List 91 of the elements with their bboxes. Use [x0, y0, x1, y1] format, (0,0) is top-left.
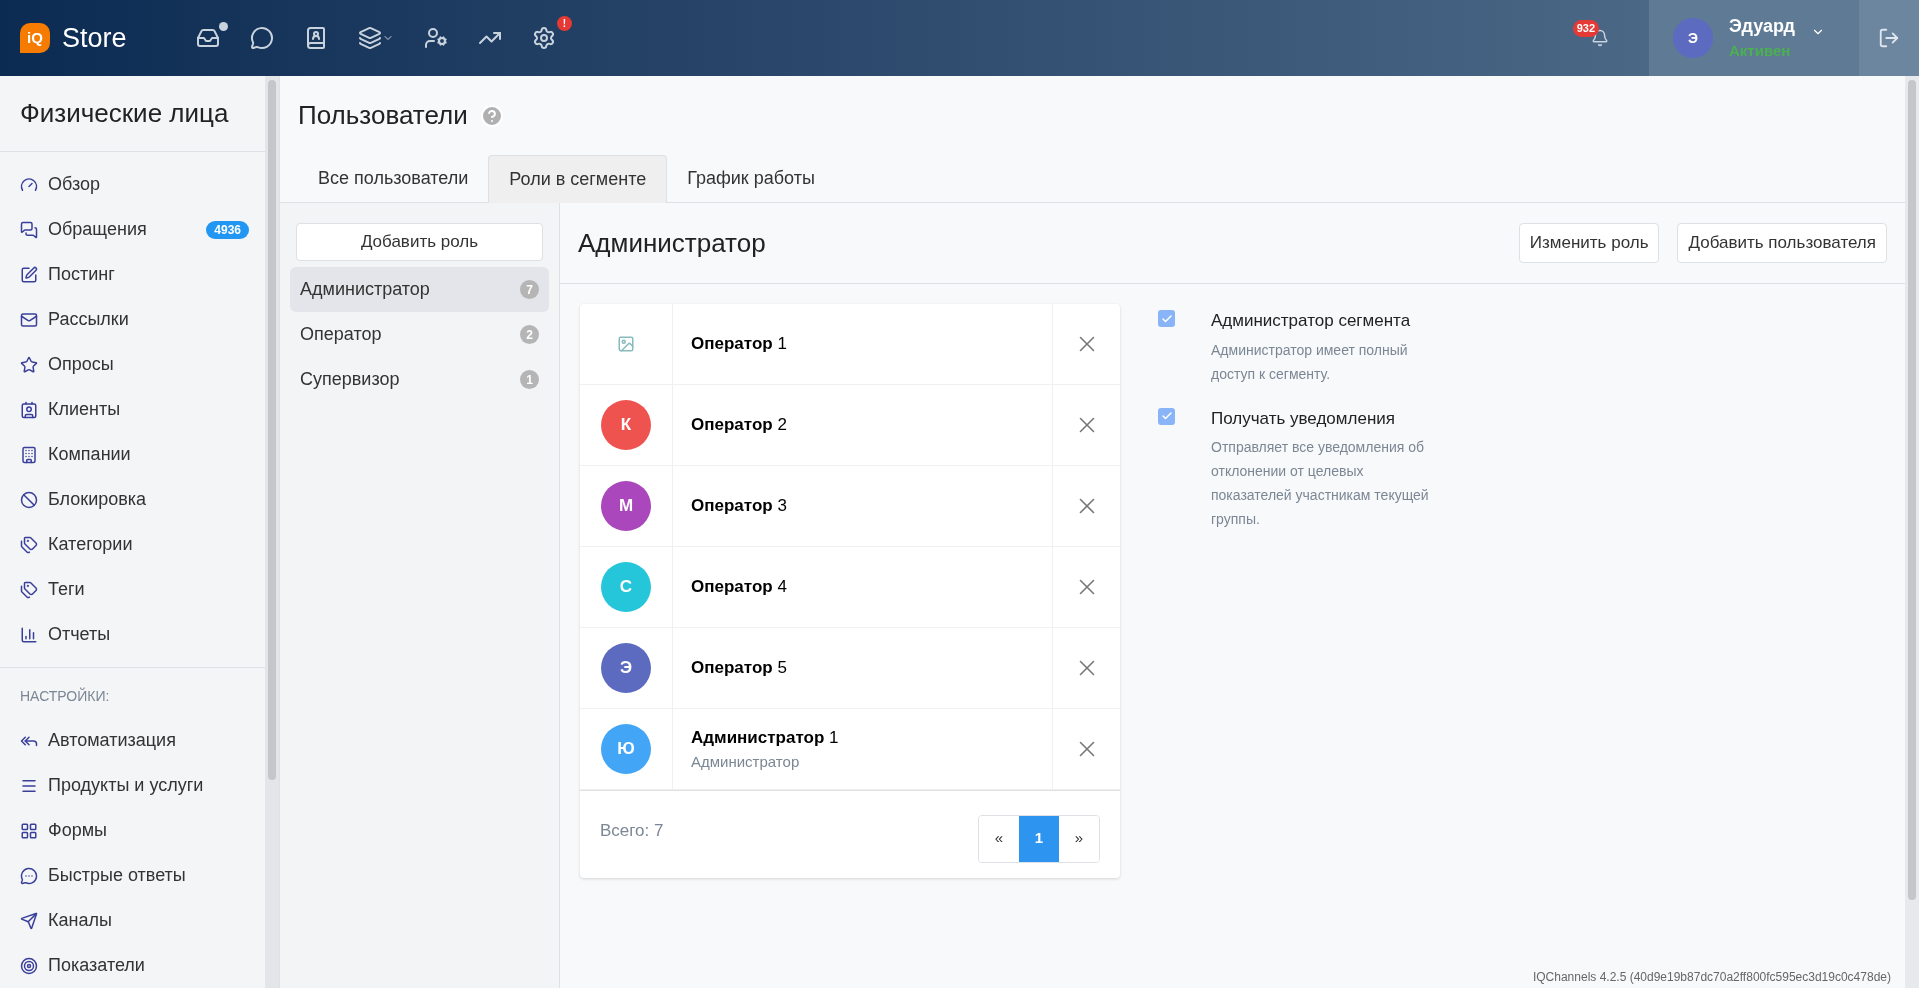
- check-icon: [1160, 312, 1173, 325]
- member-name: Администратор 1: [691, 727, 840, 749]
- member-name: Оператор 3: [691, 495, 788, 518]
- sidebar-item[interactable]: Автоматизация: [0, 718, 265, 763]
- permission-description: Отправляет все уведомления об отклонении от целевых показателей участникам текущей группы.: [1211, 438, 1430, 529]
- contact-card-icon: [20, 400, 38, 419]
- count-badge: 7: [520, 280, 539, 299]
- notification-count: 932: [1572, 20, 1599, 37]
- avatar: Э: [601, 643, 651, 693]
- help-icon[interactable]: [479, 103, 504, 128]
- tags-icon: [20, 535, 38, 554]
- sidebar-item[interactable]: Показатели: [0, 943, 265, 988]
- action-button[interactable]: Добавить пользователя: [1677, 223, 1887, 263]
- member-name: Оператор 5: [691, 657, 788, 680]
- action-button[interactable]: Изменить роль: [1518, 223, 1660, 263]
- sidebar-item[interactable]: Отчеты: [0, 612, 265, 657]
- sidebar-item[interactable]: Каналы: [0, 898, 265, 943]
- sidebar-item[interactable]: Клиенты: [0, 387, 265, 432]
- inbox-icon: [196, 26, 220, 50]
- user-avatar: Э: [1673, 18, 1713, 58]
- grid-icon: [20, 821, 38, 840]
- ban-icon: [20, 490, 38, 509]
- user-menu[interactable]: Э Эдуард Активен: [1649, 0, 1859, 76]
- count-badge: 1: [520, 370, 539, 389]
- settings-icon: [532, 26, 556, 50]
- alert-badge: !: [557, 16, 572, 31]
- star-icon: [20, 355, 38, 374]
- check-icon: [1160, 410, 1173, 422]
- speech-bubble-icon: [20, 866, 38, 885]
- logout-button[interactable]: [1859, 0, 1919, 76]
- app-name: Store: [62, 21, 127, 55]
- count-badge: 2: [520, 325, 539, 344]
- chat-bubbles-icon: [20, 220, 38, 239]
- checkbox[interactable]: [1158, 407, 1175, 425]
- sidebar-item[interactable]: Блокировка: [0, 477, 265, 522]
- user-name: Эдуард: [1729, 15, 1795, 39]
- bar-chart-icon: [20, 625, 38, 644]
- sidebar-item[interactable]: Постинг: [0, 252, 265, 297]
- target-icon: [20, 956, 38, 975]
- checkbox[interactable]: [1158, 310, 1175, 327]
- permission-description: Администратор имеет полный доступ к сегменту.: [1211, 340, 1409, 384]
- member-role: Администратор: [691, 751, 801, 772]
- permission-label: Получать уведомления: [1211, 407, 1396, 430]
- member-name: Оператор 4: [691, 576, 788, 599]
- address-book-icon: [304, 26, 328, 50]
- gauge-icon: [20, 175, 38, 194]
- avatar: К: [601, 400, 651, 450]
- pen-square-icon: [20, 265, 38, 284]
- sidebar-item[interactable]: Рассылки: [0, 297, 265, 342]
- sidebar-item[interactable]: Теги: [0, 567, 265, 612]
- logo-icon: iQ: [20, 23, 50, 53]
- avatar: С: [601, 562, 651, 612]
- sidebar-title: Физические лица: [20, 97, 229, 130]
- tab[interactable]: Роли в сегменте: [488, 155, 668, 203]
- scrollbar-thumb[interactable]: [1908, 80, 1916, 900]
- avatar: Ю: [601, 724, 651, 774]
- permission-label: Администратор сегмента: [1211, 310, 1412, 332]
- chat-icon: [250, 26, 274, 50]
- member-name: Оператор 2: [691, 414, 788, 437]
- building-icon: [20, 445, 38, 464]
- user-gear-icon: [424, 26, 448, 50]
- sidebar-item[interactable]: Обращения 4936: [0, 207, 265, 252]
- role-item[interactable]: Оператор 2: [290, 312, 549, 357]
- member-name: Оператор 1: [691, 333, 788, 356]
- paper-plane-icon: [20, 911, 38, 930]
- scrollbar-thumb[interactable]: [268, 80, 276, 780]
- sidebar-item[interactable]: Обзор: [0, 162, 265, 207]
- sidebar-item[interactable]: Компании: [0, 432, 265, 477]
- broken-image-icon: [617, 335, 635, 353]
- sidebar-item[interactable]: Опросы: [0, 342, 265, 387]
- role-item[interactable]: Супервизор 1: [290, 357, 549, 402]
- sidebar-item[interactable]: Формы: [0, 808, 265, 853]
- layers-icon: [358, 26, 382, 50]
- role-title: Администратор: [578, 226, 766, 260]
- section-label: НАСТРОЙКИ:: [20, 688, 110, 704]
- version-text: IQChannels 4.2.5 (40d9e19b87dc70a2ff800fc595ec3d19c0c478de): [1532, 969, 1891, 986]
- envelope-icon: [20, 310, 38, 329]
- count-badge: 4936: [206, 220, 249, 239]
- tab[interactable]: Все пользователи: [298, 155, 489, 202]
- user-status: Активен: [1729, 41, 1792, 62]
- page-title: Пользователи: [298, 99, 468, 132]
- logout-icon: [1878, 27, 1900, 49]
- sidebar-item[interactable]: Быстрые ответы: [0, 853, 265, 898]
- add-role-button[interactable]: Добавить роль: [296, 223, 543, 261]
- sidebar-item[interactable]: Продукты и услуги: [0, 763, 265, 808]
- avatar: М: [601, 481, 651, 531]
- tag-icon: [20, 580, 38, 599]
- role-item[interactable]: Администратор 7: [290, 267, 549, 312]
- tab[interactable]: График работы: [667, 155, 835, 202]
- sidebar-item[interactable]: Категории: [0, 522, 265, 567]
- total-count: Всего: 7: [600, 819, 664, 842]
